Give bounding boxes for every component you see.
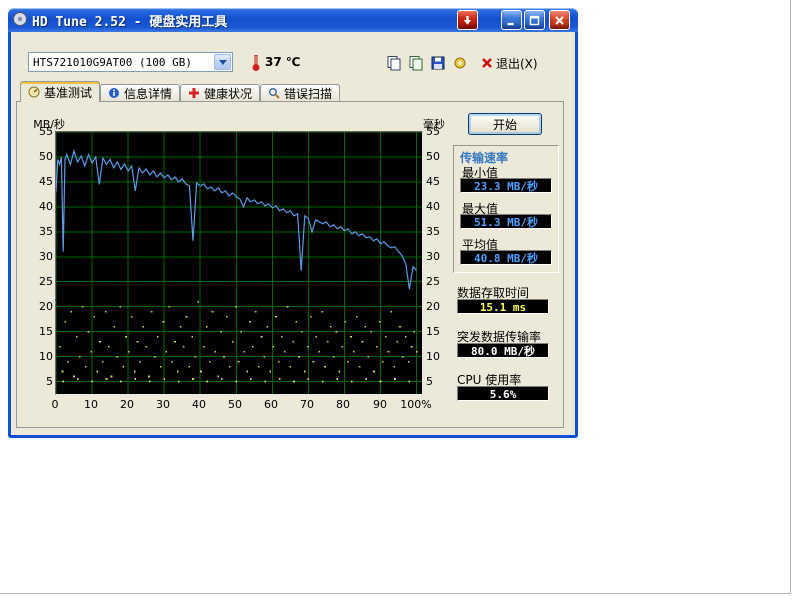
- download-icon: [462, 15, 473, 26]
- x-tick-label: 0: [52, 398, 59, 411]
- error-scan-icon: [268, 87, 280, 99]
- tab-benchmark[interactable]: 基准测试: [20, 81, 100, 102]
- y-tick-label: 5: [29, 375, 53, 388]
- tab-benchmark-label: 基准测试: [44, 84, 92, 101]
- page-edge-bottom: [0, 593, 791, 594]
- close-icon: [554, 15, 565, 26]
- x-tick-label: 90: [373, 398, 387, 411]
- temperature-value: 37 ℃: [265, 55, 300, 69]
- drive-selector[interactable]: HTS721010G9AT00 (100 GB): [28, 52, 233, 72]
- y-tick-label: 30: [29, 250, 53, 263]
- left-axis-labels: 510152025303540455055: [29, 131, 53, 395]
- y-tick-label: 55: [29, 125, 53, 138]
- y-tick-label: 20: [29, 300, 53, 313]
- y-tick-label: 15: [29, 325, 53, 338]
- maximize-icon: [529, 15, 540, 26]
- y-tick-label: 40: [29, 200, 53, 213]
- cpu-usage-value: 5.6%: [457, 386, 549, 401]
- options-button[interactable]: [450, 53, 470, 73]
- drive-selector-value: HTS721010G9AT00 (100 GB): [33, 56, 192, 69]
- thermometer-icon: [251, 52, 261, 75]
- x-tick-label: 50: [228, 398, 242, 411]
- download-button[interactable]: [457, 10, 478, 30]
- x-tick-label: 30: [156, 398, 170, 411]
- y-tick-label: 35: [29, 225, 53, 238]
- gear-icon: [452, 55, 468, 71]
- y-tick-label: 10: [29, 350, 53, 363]
- y-tick-label: 30: [426, 250, 450, 263]
- right-axis-labels: 510152025303540455055: [426, 131, 450, 395]
- info-icon: [108, 87, 120, 99]
- tab-info-label: 信息详情: [124, 85, 172, 102]
- burst-rate-value: 80.0 MB/秒: [457, 343, 549, 358]
- y-tick-label: 15: [426, 325, 450, 338]
- x-tick-label: 80: [336, 398, 350, 411]
- y-tick-label: 45: [29, 175, 53, 188]
- dropdown-arrow-icon[interactable]: [214, 54, 231, 70]
- window-body: HTS721010G9AT00 (100 GB) 37 ℃ 退出(X) 基准测试: [8, 32, 578, 438]
- minimize-button[interactable]: [501, 10, 522, 30]
- benchmark-chart: [55, 131, 423, 395]
- benchmark-panel: MB/秒 毫秒 510152025303540455055 5101520253…: [16, 101, 564, 428]
- copy-text-button[interactable]: [406, 53, 426, 73]
- start-button[interactable]: 开始: [468, 113, 542, 135]
- y-tick-label: 35: [426, 225, 450, 238]
- x-tick-label: 10: [84, 398, 98, 411]
- maximize-button[interactable]: [524, 10, 545, 30]
- copy-text-icon: [408, 55, 424, 71]
- y-tick-label: 45: [426, 175, 450, 188]
- x-tick-label: 70: [300, 398, 314, 411]
- x-axis-labels: 0102030405060708090100%: [55, 398, 423, 410]
- x-tick-label: 60: [264, 398, 278, 411]
- copy-screenshot-button[interactable]: [384, 53, 404, 73]
- transfer-rate-group: 传输速率 最小值 23.3 MB/秒 最大值 51.3 MB/秒 平均值 40.…: [453, 145, 559, 273]
- y-tick-label: 10: [426, 350, 450, 363]
- y-tick-label: 40: [426, 200, 450, 213]
- tab-error-scan-label: 错误扫描: [284, 85, 332, 102]
- copy-icon: [386, 55, 402, 71]
- benchmark-icon: [28, 86, 40, 98]
- exit-button[interactable]: 退出(X): [481, 53, 538, 73]
- y-tick-label: 50: [29, 150, 53, 163]
- save-icon: [430, 55, 446, 71]
- window-title: HD Tune 2.52 - 硬盘实用工具: [32, 11, 227, 30]
- y-tick-label: 25: [29, 275, 53, 288]
- avg-value: 40.8 MB/秒: [460, 250, 552, 265]
- y-tick-label: 25: [426, 275, 450, 288]
- max-value: 51.3 MB/秒: [460, 214, 552, 229]
- y-tick-label: 50: [426, 150, 450, 163]
- hd-tune-window: HD Tune 2.52 - 硬盘实用工具 HTS721010G9AT00 (1…: [8, 8, 578, 438]
- x-tick-label: 100%: [400, 398, 431, 411]
- minimize-icon: [506, 15, 517, 26]
- titlebar[interactable]: HD Tune 2.52 - 硬盘实用工具: [8, 8, 578, 32]
- x-tick-label: 20: [120, 398, 134, 411]
- access-time-value: 15.1 ms: [457, 299, 549, 314]
- tab-error-scan[interactable]: 错误扫描: [260, 84, 340, 101]
- y-tick-label: 55: [426, 125, 450, 138]
- health-icon: [188, 87, 200, 99]
- x-tick-label: 40: [192, 398, 206, 411]
- y-tick-label: 20: [426, 300, 450, 313]
- page-edge-right: [790, 0, 791, 594]
- tab-health[interactable]: 健康状况: [180, 84, 260, 101]
- app-icon: [12, 11, 28, 30]
- min-value: 23.3 MB/秒: [460, 178, 552, 193]
- exit-x-icon: [481, 57, 493, 69]
- tab-info[interactable]: 信息详情: [100, 84, 180, 101]
- tab-health-label: 健康状况: [204, 85, 252, 102]
- y-tick-label: 5: [426, 375, 450, 388]
- save-screenshot-button[interactable]: [428, 53, 448, 73]
- chart-svg: [56, 132, 422, 394]
- tab-bar: 基准测试 信息详情 健康状况 错误扫描: [20, 81, 340, 103]
- exit-label: 退出(X): [496, 55, 538, 72]
- close-button[interactable]: [549, 10, 570, 30]
